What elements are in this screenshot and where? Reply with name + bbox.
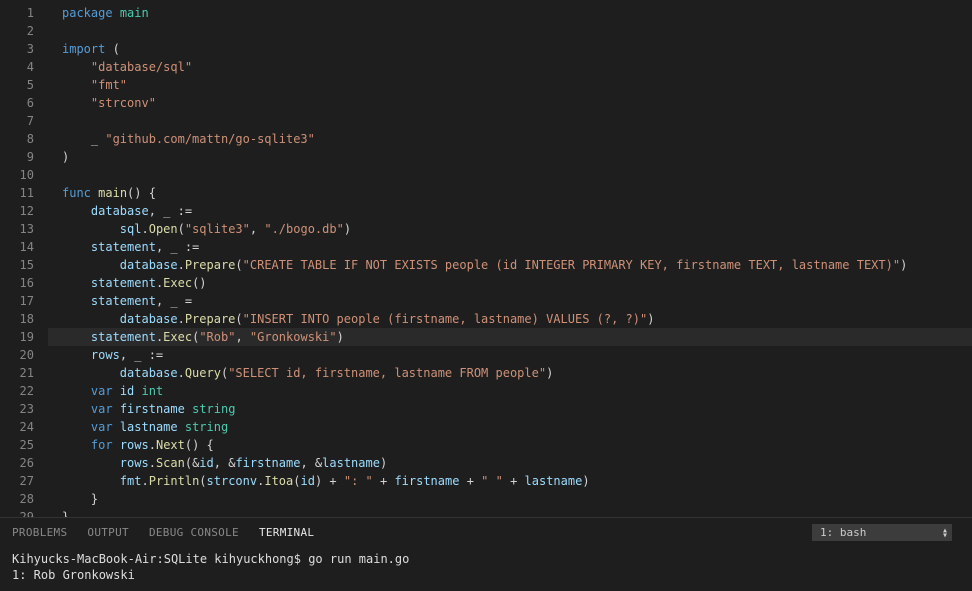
line-number: 26 [0,454,34,472]
line-number: 29 [0,508,34,517]
code-line[interactable] [48,166,972,184]
code-line[interactable] [48,112,972,130]
line-number: 19 [0,328,34,346]
line-number: 4 [0,58,34,76]
line-number-gutter: 1234567891011121314151617181920212223242… [0,0,48,517]
line-number: 13 [0,220,34,238]
line-number: 5 [0,76,34,94]
line-number: 27 [0,472,34,490]
line-number: 17 [0,292,34,310]
tab-problems[interactable]: PROBLEMS [12,526,67,539]
line-number: 8 [0,130,34,148]
code-line[interactable]: database.Query("SELECT id, firstname, la… [48,364,972,382]
line-number: 2 [0,22,34,40]
code-line[interactable]: func main() { [48,184,972,202]
line-number: 24 [0,418,34,436]
code-line[interactable]: database, _ := [48,202,972,220]
terminal-output[interactable]: Kihyucks-MacBook-Air:SQLite kihyuckhong$… [0,547,972,591]
code-line[interactable]: statement, _ := [48,238,972,256]
code-line[interactable]: } [48,490,972,508]
line-number: 18 [0,310,34,328]
line-number: 25 [0,436,34,454]
code-line[interactable]: database.Prepare("CREATE TABLE IF NOT EX… [48,256,972,274]
code-line[interactable]: rows.Scan(&id, &firstname, &lastname) [48,454,972,472]
code-line[interactable]: ) [48,148,972,166]
tab-output[interactable]: OUTPUT [87,526,129,539]
code-line[interactable]: "fmt" [48,76,972,94]
code-line[interactable]: var firstname string [48,400,972,418]
line-number: 16 [0,274,34,292]
line-number: 21 [0,364,34,382]
line-number: 1 [0,4,34,22]
line-number: 14 [0,238,34,256]
code-line[interactable]: statement.Exec("Rob", "Gronkowski") [48,328,972,346]
code-line[interactable]: statement.Exec() [48,274,972,292]
code-line[interactable]: fmt.Println(strconv.Itoa(id) + ": " + fi… [48,472,972,490]
line-number: 9 [0,148,34,166]
terminal-selector[interactable]: 1: bash ▴▾ [812,524,952,541]
code-line[interactable] [48,22,972,40]
line-number: 10 [0,166,34,184]
line-number: 12 [0,202,34,220]
code-line[interactable]: var id int [48,382,972,400]
code-line[interactable]: package main [48,4,972,22]
line-number: 7 [0,112,34,130]
terminal-line: 1: Rob Gronkowski [12,568,135,582]
panel-tabs: PROBLEMS OUTPUT DEBUG CONSOLE TERMINAL 1… [0,518,972,547]
editor-area: 1234567891011121314151617181920212223242… [0,0,972,517]
code-line[interactable]: for rows.Next() { [48,436,972,454]
terminal-line: Kihyucks-MacBook-Air:SQLite kihyuckhong$… [12,552,409,566]
line-number: 3 [0,40,34,58]
code-line[interactable]: database.Prepare("INSERT INTO people (fi… [48,310,972,328]
line-number: 15 [0,256,34,274]
line-number: 11 [0,184,34,202]
line-number: 23 [0,400,34,418]
code-line[interactable]: rows, _ := [48,346,972,364]
code-line[interactable]: statement, _ = [48,292,972,310]
tab-terminal[interactable]: TERMINAL [259,526,314,539]
code-line[interactable]: var lastname string [48,418,972,436]
code-content[interactable]: package main import ( "database/sql" "fmt… [48,0,972,517]
code-line[interactable]: sql.Open("sqlite3", "./bogo.db") [48,220,972,238]
line-number: 28 [0,490,34,508]
code-line[interactable]: } [48,508,972,517]
code-line[interactable]: _ "github.com/mattn/go-sqlite3" [48,130,972,148]
code-line[interactable]: import ( [48,40,972,58]
tab-debug-console[interactable]: DEBUG CONSOLE [149,526,239,539]
line-number: 6 [0,94,34,112]
bottom-panel: PROBLEMS OUTPUT DEBUG CONSOLE TERMINAL 1… [0,517,972,591]
code-line[interactable]: "database/sql" [48,58,972,76]
chevron-updown-icon: ▴▾ [942,528,948,538]
line-number: 20 [0,346,34,364]
code-line[interactable]: "strconv" [48,94,972,112]
line-number: 22 [0,382,34,400]
